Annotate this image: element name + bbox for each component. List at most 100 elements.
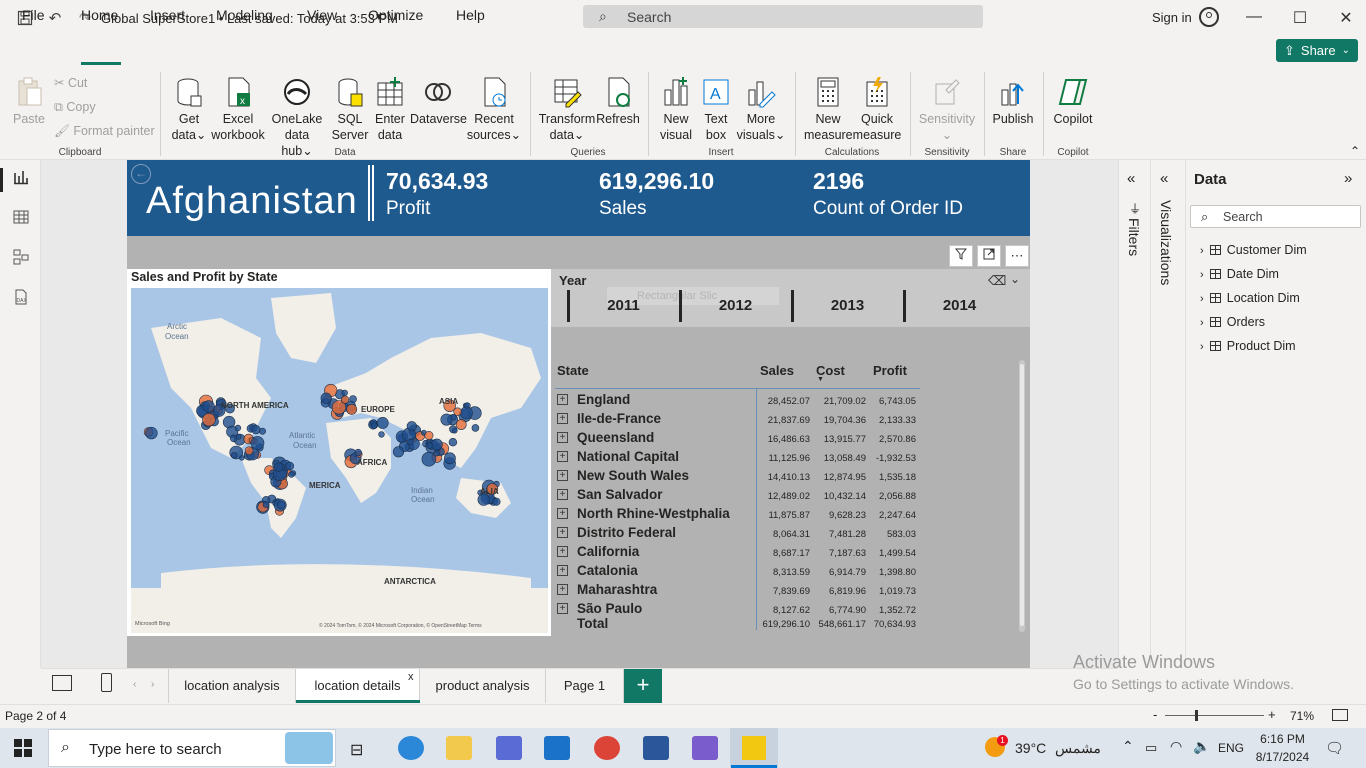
map-point[interactable] xyxy=(320,392,332,404)
map-point[interactable] xyxy=(471,424,480,432)
map-point[interactable] xyxy=(426,442,433,449)
transform-data-button[interactable]: Transform data⌄ xyxy=(538,76,596,143)
row-expand-icon[interactable]: + xyxy=(557,470,568,481)
map-point[interactable] xyxy=(448,438,458,447)
map-point[interactable] xyxy=(354,448,362,457)
row-state-name[interactable]: Distrito Federal xyxy=(577,525,676,540)
header-sales[interactable]: Sales xyxy=(760,363,794,378)
row-state-name[interactable]: Queensland xyxy=(577,430,654,445)
map-point[interactable] xyxy=(250,436,265,450)
map-point[interactable] xyxy=(430,438,443,451)
page-tab-product-analysis[interactable]: product analysis xyxy=(420,669,546,703)
input-language[interactable]: ENG xyxy=(1218,741,1244,755)
data-search-input[interactable]: ⌕ Search xyxy=(1190,205,1361,228)
maximize-icon[interactable]: ☐ xyxy=(1290,8,1310,28)
map-point[interactable] xyxy=(378,431,385,438)
app-icon[interactable] xyxy=(692,736,718,760)
map-point[interactable] xyxy=(392,446,405,458)
row-state-name[interactable]: Ile-de-France xyxy=(577,411,661,426)
data-table-item[interactable]: › Product Dim xyxy=(1200,339,1296,353)
year-2014-button[interactable]: 2014 xyxy=(903,290,1013,322)
filters-pane-label[interactable]: Filters xyxy=(1126,218,1142,256)
sql-server-button[interactable]: SQL Server xyxy=(330,76,370,143)
row-state-name[interactable]: Maharashtra xyxy=(577,582,657,597)
more-visuals-button[interactable]: More visuals⌄ xyxy=(736,76,786,143)
close-icon[interactable]: ✕ xyxy=(1336,8,1356,28)
menu-help[interactable]: Help xyxy=(456,7,485,23)
enter-data-button[interactable]: Enter data xyxy=(372,76,408,143)
word-icon[interactable] xyxy=(643,736,669,760)
row-state-name[interactable]: North Rhine-Westphalia xyxy=(577,506,730,521)
task-view-icon[interactable]: ⊟ xyxy=(350,740,363,760)
dataverse-button[interactable]: Dataverse xyxy=(410,76,467,127)
taskbar-search-box[interactable]: ⌕ Type here to search xyxy=(48,729,336,767)
row-state-name[interactable]: New South Wales xyxy=(577,468,689,483)
data-table-item[interactable]: › Orders xyxy=(1200,315,1265,329)
map-point[interactable] xyxy=(440,413,453,426)
map-point[interactable] xyxy=(231,452,238,459)
menu-file[interactable]: File xyxy=(22,7,45,23)
map-point[interactable] xyxy=(202,400,215,413)
quick-measure-button[interactable]: Quick measure xyxy=(852,76,902,143)
report-view-icon[interactable] xyxy=(10,169,32,191)
row-expand-icon[interactable]: + xyxy=(557,451,568,462)
menu-insert[interactable]: Insert xyxy=(150,7,185,23)
close-tab-icon[interactable]: x xyxy=(408,671,414,683)
menu-home[interactable]: Home xyxy=(81,7,118,23)
year-2013-button[interactable]: 2013 xyxy=(791,290,901,322)
map-point[interactable] xyxy=(376,416,389,429)
zoom-in-button[interactable]: + xyxy=(1268,707,1276,722)
desktop-layout-icon[interactable] xyxy=(52,675,72,691)
row-state-name[interactable]: Catalonia xyxy=(577,563,638,578)
menu-modeling[interactable]: Modeling xyxy=(216,7,273,23)
menu-view[interactable]: View xyxy=(307,7,337,23)
model-view-icon[interactable] xyxy=(10,249,32,271)
chevron-down-icon[interactable]: ⌄ xyxy=(1010,272,1020,286)
map-point[interactable] xyxy=(451,427,458,434)
map-point[interactable] xyxy=(346,403,358,415)
year-2012-button[interactable]: 2012 xyxy=(679,290,789,322)
map-point[interactable] xyxy=(202,412,216,427)
scroll-left-icon[interactable]: ‹ xyxy=(133,679,136,690)
map-point[interactable] xyxy=(433,450,440,457)
zoom-out-button[interactable]: - xyxy=(1153,707,1157,722)
windows-start-icon[interactable] xyxy=(14,739,32,760)
header-state[interactable]: State xyxy=(557,363,589,378)
get-data-button[interactable]: Get data⌄ xyxy=(168,76,210,143)
map-point[interactable] xyxy=(244,446,254,455)
text-box-button[interactable]: A Text box xyxy=(698,76,734,143)
data-table-item[interactable]: › Location Dim xyxy=(1200,291,1300,305)
row-expand-icon[interactable]: + xyxy=(557,508,568,519)
map-point[interactable] xyxy=(370,422,378,429)
visualizations-pane-label[interactable]: Visualizations xyxy=(1158,200,1174,285)
format-painter-button[interactable]: 🖌 Format painter xyxy=(54,123,155,139)
file-explorer-icon[interactable] xyxy=(446,736,472,760)
sensitivity-button[interactable]: Sensitivity ⌄ xyxy=(916,76,978,143)
copilot-button[interactable]: Copilot xyxy=(1050,76,1096,127)
new-visual-button[interactable]: New visual xyxy=(656,76,696,143)
page-tab-location-details[interactable]: location details xyxy=(296,669,420,703)
map-point[interactable] xyxy=(424,431,434,441)
map-point[interactable] xyxy=(492,497,501,506)
row-expand-icon[interactable]: + xyxy=(557,432,568,443)
row-expand-icon[interactable]: + xyxy=(557,394,568,405)
page-tab-page-1[interactable]: Page 1 xyxy=(546,669,624,703)
row-expand-icon[interactable]: + xyxy=(557,584,568,595)
map-point[interactable] xyxy=(285,461,294,471)
mail-icon[interactable] xyxy=(544,736,570,760)
sign-in-link[interactable]: Sign in xyxy=(1152,10,1192,25)
fit-to-page-icon[interactable] xyxy=(1332,709,1348,721)
filter-icon[interactable] xyxy=(949,245,973,267)
map-point[interactable] xyxy=(455,419,467,430)
row-expand-icon[interactable]: + xyxy=(557,413,568,424)
map-point[interactable] xyxy=(276,500,286,510)
copy-button[interactable]: ⧉ Copy xyxy=(54,99,96,115)
page-tab-location-analysis[interactable]: location analysis xyxy=(168,669,296,703)
map-point[interactable] xyxy=(273,462,284,472)
eraser-icon[interactable]: ⌫ xyxy=(988,273,1006,289)
world-map[interactable]: Arctic Ocean Pacific Ocean Atlantic Ocea… xyxy=(131,288,548,633)
data-table-item[interactable]: › Date Dim xyxy=(1200,267,1279,281)
refresh-button[interactable]: Refresh xyxy=(596,76,640,127)
year-2011-button[interactable]: 2011 xyxy=(567,290,677,322)
publish-button[interactable]: Publish xyxy=(990,76,1036,127)
